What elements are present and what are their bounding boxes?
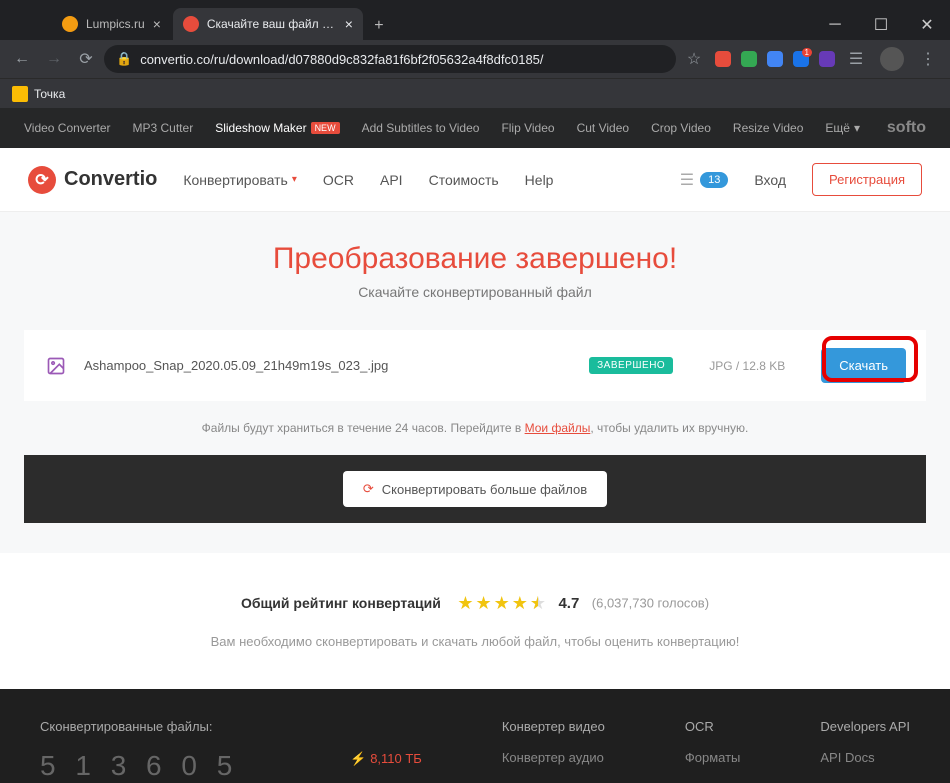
folder-icon	[12, 86, 28, 102]
reload-button[interactable]: ⟳	[72, 45, 100, 73]
favicon-icon	[62, 16, 78, 32]
logo-text: Convertio	[64, 168, 157, 191]
signup-button[interactable]: Регистрация	[812, 163, 922, 196]
rating-votes: (6,037,730 голосов)	[592, 596, 709, 611]
tab-label: Скачайте ваш файл — Convertio	[207, 17, 337, 31]
brand-logo: softo	[887, 119, 926, 137]
bookmark-item[interactable]: Точка	[12, 86, 65, 102]
forward-button[interactable]: →	[40, 45, 68, 73]
topnav-link[interactable]: Crop Video	[651, 121, 711, 135]
topnav-link[interactable]: Slideshow Maker NEW	[215, 121, 339, 135]
close-window-button[interactable]: ✕	[904, 10, 950, 40]
my-files-link[interactable]: Мои файлы	[525, 421, 591, 435]
logo[interactable]: ⟳ Convertio	[28, 166, 157, 194]
top-nav: Video Converter MP3 Cutter Slideshow Mak…	[0, 108, 950, 148]
hero-title: Преобразование завершено!	[0, 242, 950, 276]
topnav-link[interactable]: Video Converter	[24, 121, 111, 135]
file-info: JPG / 12.8 KB	[709, 359, 785, 373]
menu-icon[interactable]: ⋮	[914, 45, 942, 73]
rating-stars: ★★★★★★	[457, 593, 546, 614]
refresh-icon: ⟳	[363, 481, 374, 497]
nav-convert[interactable]: Конвертировать ▾	[183, 172, 297, 188]
chevron-down-icon: ▾	[854, 121, 860, 135]
nav-help[interactable]: Help	[525, 172, 554, 188]
star-icon: ★	[457, 593, 473, 614]
converted-count: 5 1 3 6 0 5 0 7 0	[40, 750, 270, 783]
convert-more-bar: ⟳ Сконвертировать больше файлов	[24, 455, 926, 523]
footer-link[interactable]: Developers API	[820, 719, 910, 734]
extension-icon[interactable]	[816, 48, 838, 70]
footer-link[interactable]: API Docs	[820, 750, 910, 765]
browser-titlebar: Lumpics.ru × Скачайте ваш файл — Convert…	[0, 0, 950, 40]
extension-icon[interactable]	[712, 48, 734, 70]
extension-icon[interactable]: 1	[790, 48, 812, 70]
status-badge: ЗАВЕРШЕНО	[589, 357, 673, 374]
hero-subtitle: Скачайте сконвертированный файл	[0, 284, 950, 300]
footer-link[interactable]: Форматы	[685, 750, 741, 765]
lock-icon: 🔒	[116, 51, 132, 67]
login-link[interactable]: Вход	[754, 172, 786, 188]
tab-inactive[interactable]: Lumpics.ru ×	[52, 8, 171, 40]
new-badge: NEW	[311, 122, 340, 134]
topnav-link[interactable]: Resize Video	[733, 121, 804, 135]
retention-note: Файлы будут храниться в течение 24 часов…	[0, 401, 950, 455]
bookmark-label: Точка	[34, 87, 65, 101]
rating-score: 4.7	[558, 595, 579, 612]
topnav-link[interactable]: MP3 Cutter	[133, 121, 194, 135]
nav-api[interactable]: API	[380, 172, 403, 188]
convert-more-button[interactable]: ⟳ Сконвертировать больше файлов	[343, 471, 607, 507]
rating-title: Общий рейтинг конвертаций	[241, 595, 441, 611]
star-icon: ★	[494, 593, 510, 614]
topnav-more[interactable]: Ещё ▾	[825, 121, 860, 135]
extension-icon[interactable]	[738, 48, 760, 70]
maximize-button[interactable]: ☐	[858, 10, 904, 40]
rating-subtitle: Вам необходимо сконвертировать и скачать…	[0, 634, 950, 689]
footer-link[interactable]: Конвертер видео	[502, 719, 605, 734]
close-icon[interactable]: ×	[153, 16, 161, 32]
tb-size: ⚡ 8,110 ТБ	[350, 751, 421, 767]
layers-icon: ☰	[680, 170, 694, 190]
topnav-link[interactable]: Add Subtitles to Video	[362, 121, 480, 135]
nav-ocr[interactable]: OCR	[323, 172, 354, 188]
download-button[interactable]: Скачать	[821, 348, 906, 383]
url-text: convertio.co/ru/download/d07880d9c832fa8…	[140, 52, 543, 67]
footer-link[interactable]: Конвертер аудио	[502, 750, 605, 765]
extension-icon[interactable]	[764, 48, 786, 70]
address-bar: ← → ⟳ 🔒 convertio.co/ru/download/d07880d…	[0, 40, 950, 78]
close-icon[interactable]: ×	[345, 16, 353, 32]
star-icon: ★	[512, 593, 528, 614]
chevron-down-icon: ▾	[292, 174, 297, 185]
main-nav: ⟳ Convertio Конвертировать ▾ OCR API Сто…	[0, 148, 950, 212]
tab-label: Lumpics.ru	[86, 17, 145, 31]
star-icon[interactable]: ☆	[680, 45, 708, 73]
file-row: Ashampoo_Snap_2020.05.09_21h49m19s_023_.…	[24, 330, 926, 401]
url-input[interactable]: 🔒 convertio.co/ru/download/d07880d9c832f…	[104, 45, 676, 73]
topnav-link[interactable]: Flip Video	[501, 121, 554, 135]
new-tab-button[interactable]: +	[365, 12, 393, 40]
logo-icon: ⟳	[28, 166, 56, 194]
footer-heading: Сконвертированные файлы:	[40, 719, 270, 734]
back-button[interactable]: ←	[8, 45, 36, 73]
nav-pricing[interactable]: Стоимость	[429, 172, 499, 188]
star-half-icon: ★★	[530, 593, 546, 614]
star-icon: ★	[475, 593, 491, 614]
favicon-icon	[183, 16, 199, 32]
credits-indicator[interactable]: ☰ 13	[680, 170, 729, 190]
footer: Сконвертированные файлы: 5 1 3 6 0 5 0 7…	[0, 689, 950, 783]
image-icon	[44, 354, 68, 378]
footer-link[interactable]: OCR	[685, 719, 741, 734]
tab-active[interactable]: Скачайте ваш файл — Convertio ×	[173, 8, 363, 40]
minimize-button[interactable]: ─	[812, 10, 858, 40]
reading-list-icon[interactable]: ☰	[842, 45, 870, 73]
topnav-link[interactable]: Cut Video	[577, 121, 629, 135]
content-area: Преобразование завершено! Скачайте сконв…	[0, 212, 950, 783]
bookmarks-bar: Точка	[0, 78, 950, 108]
hero: Преобразование завершено! Скачайте сконв…	[0, 242, 950, 300]
credits-count: 13	[700, 172, 728, 188]
profile-avatar[interactable]	[880, 47, 904, 71]
rating-block: Общий рейтинг конвертаций ★★★★★★ 4.7 (6,…	[0, 553, 950, 634]
file-name: Ashampoo_Snap_2020.05.09_21h49m19s_023_.…	[84, 358, 573, 373]
page-content: Video Converter MP3 Cutter Slideshow Mak…	[0, 108, 950, 783]
